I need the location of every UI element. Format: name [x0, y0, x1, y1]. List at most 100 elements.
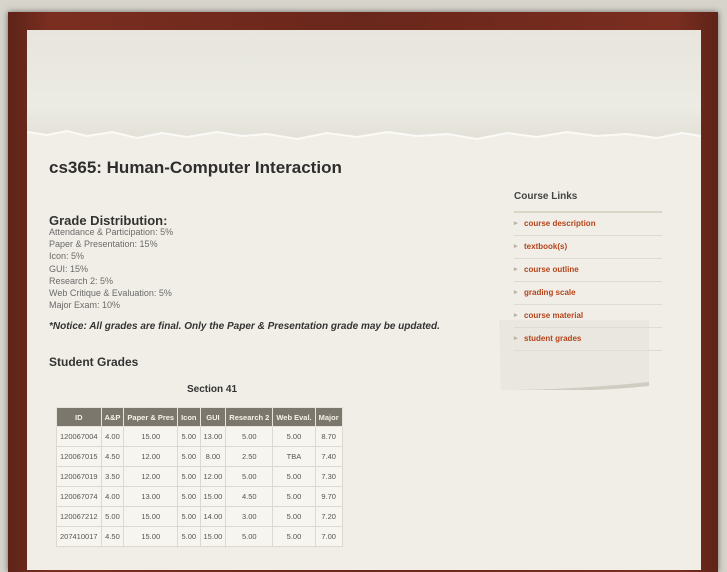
sidebar-link-label: course outline [524, 265, 579, 274]
table-cell: 5.00 [100, 506, 125, 527]
arrow-bullet-icon: ▸ [514, 266, 518, 273]
sidebar-link-course-outline[interactable]: ▸ course outline [514, 259, 662, 282]
table-cell: 12.00 [199, 466, 227, 487]
table-cell: 5.00 [272, 506, 316, 527]
list-item: GUI: 15% [49, 263, 89, 274]
table-row: 120067019 3.50 12.00 5.00 12.00 5.00 5.0… [56, 466, 343, 487]
sidebar-link-grading-scale[interactable]: ▸ grading scale [514, 282, 662, 305]
sidebar-link-label: course description [524, 219, 596, 228]
table-cell: 13.00 [199, 426, 227, 447]
table-row: 207410017 4.50 15.00 5.00 15.00 5.00 5.0… [56, 526, 343, 547]
column-header: A&P [100, 407, 125, 427]
grades-notice: *Notice: All grades are final. Only the … [49, 321, 440, 332]
table-cell: 7.20 [314, 506, 343, 527]
table-cell: 7.00 [314, 526, 343, 547]
list-item: Major Exam: 10% [49, 300, 121, 311]
table-cell: 5.00 [177, 486, 201, 507]
table-cell: 5.00 [272, 426, 316, 447]
arrow-bullet-icon: ▸ [514, 335, 518, 342]
table-cell: 5.00 [272, 466, 316, 487]
column-header: Paper & Pres [123, 407, 179, 427]
table-cell: 8.70 [314, 426, 343, 447]
list-item: Paper & Presentation: 15% [49, 239, 158, 250]
arrow-bullet-icon: ▸ [514, 312, 518, 319]
table-cell: 2.50 [225, 446, 274, 467]
column-header: GUI [199, 407, 227, 427]
table-row: 120067074 4.00 13.00 5.00 15.00 4.50 5.0… [56, 486, 343, 507]
table-cell: 120067019 [56, 466, 102, 487]
table-cell: 5.00 [177, 506, 201, 527]
column-header: Major [314, 407, 343, 427]
column-header: ID [56, 407, 102, 427]
table-cell: 5.00 [225, 526, 274, 547]
table-cell: 12.00 [123, 446, 179, 467]
list-item: Research 2: 5% [49, 275, 114, 286]
table-cell: 14.00 [199, 506, 227, 527]
table-cell: 8.00 [199, 446, 227, 467]
paper-content: cs365: Human-Computer Interaction Grade … [27, 30, 701, 570]
sidebar-link-textbooks[interactable]: ▸ textbook(s) [514, 236, 662, 259]
table-cell: TBA [272, 446, 316, 467]
table-row: 120067015 4.50 12.00 5.00 8.00 2.50 TBA … [56, 446, 343, 467]
table-cell: 120067015 [56, 446, 102, 467]
arrow-bullet-icon: ▸ [514, 243, 518, 250]
table-cell: 5.00 [272, 486, 316, 507]
table-row: 120067004 4.00 15.00 5.00 13.00 5.00 5.0… [56, 426, 343, 447]
grade-distribution-list: Attendance & Participation: 5% Paper & P… [49, 226, 173, 311]
course-links-sidebar: Course Links ▸ course description ▸ textbo… [514, 185, 662, 351]
table-cell: 15.00 [199, 486, 227, 507]
table-header-row: ID A&P Paper & Pres Icon GUI Research 2 … [56, 407, 343, 427]
table-cell: 4.50 [225, 486, 274, 507]
table-cell: 5.00 [177, 526, 201, 547]
list-item: Icon: 5% [49, 251, 85, 262]
table-cell: 12.00 [123, 466, 179, 487]
table-cell: 15.00 [123, 506, 179, 527]
table-cell: 5.00 [177, 466, 201, 487]
grades-table: ID A&P Paper & Pres Icon GUI Research 2 … [56, 407, 343, 547]
sidebar-link-label: grading scale [524, 288, 576, 297]
table-cell: 207410017 [56, 526, 102, 547]
table-cell: 5.00 [177, 426, 201, 447]
sidebar-heading: Course Links [514, 191, 578, 202]
page-title: cs365: Human-Computer Interaction [49, 158, 342, 177]
sidebar-link-label: student grades [524, 334, 582, 343]
table-cell: 15.00 [199, 526, 227, 547]
sidebar-link-course-material[interactable]: ▸ course material [514, 305, 662, 328]
table-cell: 4.00 [100, 486, 125, 507]
sidebar-link-student-grades[interactable]: ▸ student grades [514, 328, 662, 351]
table-row: 120067212 5.00 15.00 5.00 14.00 3.00 5.0… [56, 506, 343, 527]
course-links-list: ▸ course description ▸ textbook(s) ▸ course… [514, 213, 662, 351]
table-cell: 120067212 [56, 506, 102, 527]
table-cell: 15.00 [123, 526, 179, 547]
sidebar-link-course-description[interactable]: ▸ course description [514, 213, 662, 236]
table-cell: 4.50 [100, 526, 125, 547]
column-header: Web Eval. [272, 407, 316, 427]
student-grades-heading: Student Grades [49, 355, 139, 369]
table-cell: 5.00 [272, 526, 316, 547]
column-header: Research 2 [225, 407, 274, 427]
table-cell: 7.40 [314, 446, 343, 467]
table-cell: 3.00 [225, 506, 274, 527]
table-cell: 3.50 [100, 466, 125, 487]
arrow-bullet-icon: ▸ [514, 289, 518, 296]
list-item: Web Critique & Evaluation: 5% [49, 288, 172, 299]
table-cell: 4.50 [100, 446, 125, 467]
table-cell: 120067004 [56, 426, 102, 447]
torn-paper-edge [27, 129, 701, 148]
table-cell: 5.00 [225, 466, 274, 487]
column-header: Icon [177, 407, 201, 427]
sidebar-link-label: textbook(s) [524, 242, 568, 251]
table-cell: 5.00 [177, 446, 201, 467]
sidebar-link-label: course material [524, 311, 584, 320]
table-cell: 4.00 [100, 426, 125, 447]
table-cell: 5.00 [225, 426, 274, 447]
table-cell: 15.00 [123, 426, 179, 447]
section-label: Section 41 [187, 384, 238, 395]
table-cell: 120067074 [56, 486, 102, 507]
table-cell: 7.30 [314, 466, 343, 487]
table-cell: 9.70 [314, 486, 343, 507]
paper-header-area [27, 30, 701, 140]
table-cell: 13.00 [123, 486, 179, 507]
list-item: Attendance & Participation: 5% [49, 227, 174, 237]
arrow-bullet-icon: ▸ [514, 220, 518, 227]
